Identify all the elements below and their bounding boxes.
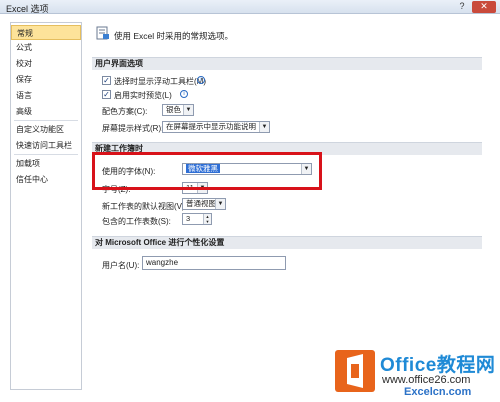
chevron-down-icon: ▼	[215, 199, 225, 209]
sidebar-item-save[interactable]: 保存	[11, 72, 81, 87]
sidebar-item-language[interactable]: 语言	[11, 88, 81, 103]
general-options-icon	[96, 26, 109, 40]
screentip-label: 屏幕提示样式(R):	[102, 124, 164, 133]
sheet-count-label: 包含的工作表数(S):	[102, 217, 171, 226]
username-input[interactable]: wangzhe	[142, 256, 286, 270]
screentip-value: 在屏幕提示中显示功能说明	[166, 122, 256, 131]
default-view-value: 普通视图	[186, 199, 216, 208]
office-logo-icon	[335, 350, 375, 392]
info-icon: i	[197, 76, 205, 84]
sidebar-item-trust-center[interactable]: 信任中心	[11, 172, 81, 187]
spinner-arrows-icon[interactable]: ▲ ▼	[203, 214, 211, 224]
default-view-label: 新工作表的默认视图(V):	[102, 202, 187, 211]
watermark-url: www.office26.com	[382, 374, 471, 386]
sidebar-item-formulas[interactable]: 公式	[11, 40, 81, 55]
live-preview-checkbox[interactable]: ✓	[102, 90, 111, 99]
sidebar-item-advanced[interactable]: 高级	[11, 104, 81, 119]
default-view-dropdown[interactable]: 普通视图 ▼	[182, 198, 226, 210]
office-logo-shape	[347, 354, 363, 388]
title-bar	[0, 0, 500, 14]
chevron-down-icon: ▼	[259, 122, 269, 132]
sheet-count-value: 3	[186, 214, 191, 223]
chevron-down-icon: ▼	[183, 105, 193, 115]
show-minitoolbar-checkbox[interactable]: ✓	[102, 76, 111, 85]
sidebar-divider	[14, 120, 78, 121]
info-icon: i	[180, 90, 188, 98]
sidebar-item-customize-ribbon[interactable]: 自定义功能区	[11, 122, 81, 137]
screentip-dropdown[interactable]: 在屏幕提示中显示功能说明 ▼	[162, 121, 270, 133]
watermark-brand: Office教程网	[380, 355, 496, 376]
sidebar-item-addins[interactable]: 加载项	[11, 156, 81, 171]
sidebar-item-quick-access-toolbar[interactable]: 快速访问工具栏	[11, 138, 81, 153]
window-title: Excel 选项	[6, 4, 49, 14]
color-scheme-value: 银色	[166, 105, 181, 114]
sidebar-item-general[interactable]: 常规	[11, 25, 81, 40]
highlight-annotation	[92, 152, 322, 190]
sidebar-divider	[14, 154, 78, 155]
color-scheme-label: 配色方案(C):	[102, 107, 148, 116]
color-scheme-dropdown[interactable]: 银色 ▼	[162, 104, 194, 116]
help-button[interactable]: ?	[452, 1, 472, 13]
sidebar-item-proofing[interactable]: 校对	[11, 56, 81, 71]
watermark-site: Excelcn.com	[404, 386, 472, 398]
live-preview-label: 启用实时预览(L)	[114, 91, 172, 100]
sheet-count-spinner[interactable]: 3 ▲ ▼	[182, 213, 212, 225]
username-label: 用户名(U):	[102, 261, 140, 270]
close-button[interactable]: ✕	[472, 1, 496, 13]
section-ui-options: 用户界面选项	[92, 57, 482, 70]
content-heading: 使用 Excel 时采用的常规选项。	[114, 31, 234, 41]
options-sidebar: 常规 公式 校对 保存 语言 高级 自定义功能区 快速访问工具栏 加载项 信任中…	[10, 22, 82, 390]
section-personalize: 对 Microsoft Office 进行个性化设置	[92, 236, 482, 249]
show-minitoolbar-label: 选择时显示浮动工具栏(M)	[114, 77, 206, 86]
